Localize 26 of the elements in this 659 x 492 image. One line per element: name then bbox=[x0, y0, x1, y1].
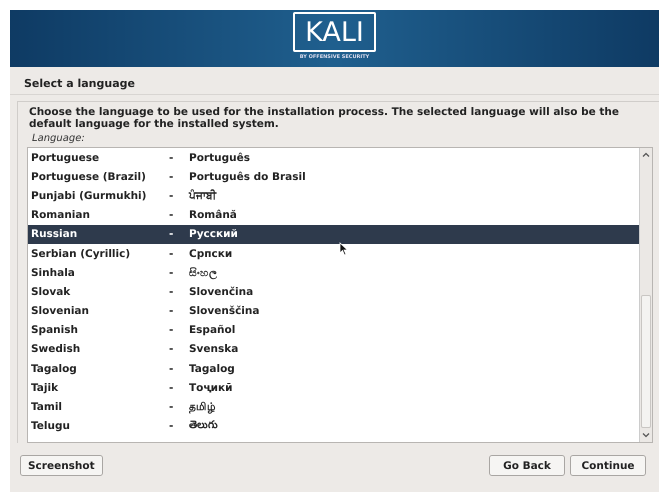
scrollbar-thumb[interactable] bbox=[641, 295, 651, 428]
language-item[interactable]: Slovak - Slovenčina bbox=[28, 282, 639, 302]
scrollbar[interactable] bbox=[639, 148, 652, 442]
scroll-down-icon[interactable] bbox=[641, 430, 651, 440]
language-item[interactable]: Swedish - Svenska bbox=[28, 340, 639, 360]
instructions-text: Choose the language to be used for the installation process. The selected language will also be the default language for the installed system. bbox=[29, 106, 620, 130]
language-item[interactable]: Portuguese - Português bbox=[28, 148, 639, 168]
logo-text: KALI bbox=[305, 16, 364, 48]
language-item[interactable]: Punjabi (Gurmukhi) - ਪੰਜਾਬੀ bbox=[28, 186, 639, 206]
language-item[interactable]: Russian - Русский bbox=[28, 224, 639, 244]
go-back-button[interactable]: Go Back bbox=[489, 455, 565, 476]
list-label: Language: bbox=[32, 133, 86, 144]
screenshot-button[interactable]: Screenshot bbox=[20, 455, 103, 476]
language-item[interactable]: Serbian (Cyrillic) - Српски bbox=[28, 244, 639, 264]
language-item[interactable]: Spanish - Español bbox=[28, 320, 639, 340]
language-item[interactable]: Portuguese (Brazil) - Português do Brasil bbox=[28, 167, 639, 186]
page-title: Select a language bbox=[10, 67, 659, 95]
language-item[interactable]: Tajik - Тоҷикӣ bbox=[28, 378, 639, 398]
language-item[interactable]: Tagalog - Tagalog bbox=[28, 359, 639, 378]
mouse-pointer-icon bbox=[339, 242, 349, 256]
language-item[interactable]: Tamil - தமிழ் bbox=[28, 397, 639, 417]
language-item[interactable]: Slovenian - Slovenščina bbox=[28, 302, 639, 321]
continue-button[interactable]: Continue bbox=[570, 455, 646, 476]
language-item[interactable]: Sinhala - සිංහල bbox=[28, 263, 639, 282]
language-item[interactable]: Romanian - Română bbox=[28, 206, 639, 225]
language-item[interactable]: Telugu - తెలుగు bbox=[28, 416, 639, 436]
